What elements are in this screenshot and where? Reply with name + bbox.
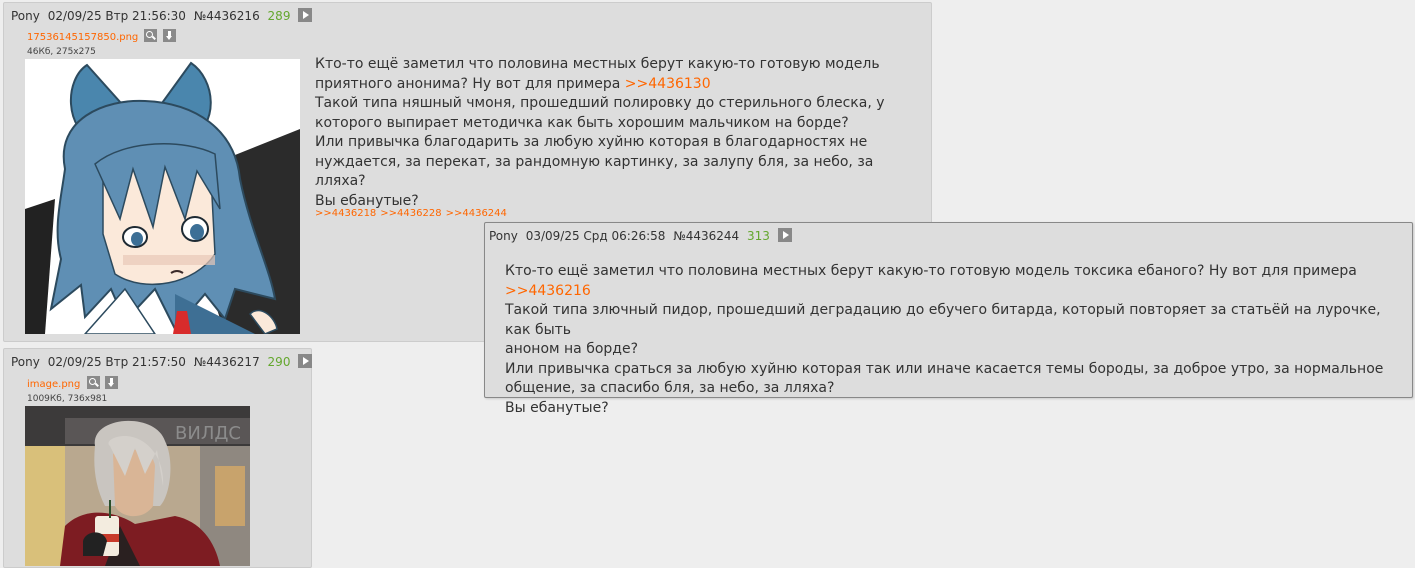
post-date: 03/09/25 Срд 06:26:58 xyxy=(525,229,666,243)
backlink[interactable]: >>4436244 xyxy=(446,208,507,219)
post-preview-popup: Pony 03/09/25 Срд 06:26:58 №4436244 313 … xyxy=(484,222,1413,416)
post-number[interactable]: №4436217 xyxy=(194,355,260,369)
file-info: 17536145157850.png xyxy=(27,29,178,44)
message-line: Кто-то ещё заметил что половина местных … xyxy=(315,56,880,72)
post-number[interactable]: №4436244 xyxy=(673,229,739,243)
message-line: Такой типа няшный чмоня, прошедший полир… xyxy=(315,95,885,111)
play-icon[interactable] xyxy=(777,228,792,242)
message-line: Или привычка сраться за любую хуйню кото… xyxy=(505,360,1384,377)
message-line: Или привычка благодарить за любую хуйню … xyxy=(315,134,868,150)
post-message: Кто-то ещё заметил что половина местных … xyxy=(315,55,915,211)
post-number[interactable]: №4436216 xyxy=(194,9,260,23)
quote-link[interactable]: >>4436130 xyxy=(625,76,711,92)
poster-name: Pony xyxy=(11,355,40,369)
message-line: общение, за спасибо бля, за небо, за лля… xyxy=(505,380,835,396)
backlinks: >>4436218 >>4436228 >>4436244 xyxy=(315,207,511,220)
play-icon[interactable] xyxy=(298,354,313,368)
anime-girl-illustration xyxy=(25,59,300,334)
file-info: image.png xyxy=(27,376,120,391)
file-name-link[interactable]: image.png xyxy=(27,379,80,390)
post-date: 02/09/25 Втр 21:57:50 xyxy=(47,355,186,369)
message-line: аноном на борде? xyxy=(505,341,639,357)
message-line: нуждается, за перекат, за рандомную карт… xyxy=(315,153,874,190)
magnify-icon[interactable] xyxy=(144,29,158,42)
poster-name: Pony xyxy=(489,229,518,243)
message-line: приятного анонима? Ну вот для примера >>… xyxy=(315,75,915,95)
message-line: Вы ебанутые? xyxy=(505,399,609,416)
svg-text:ВИЛДС: ВИЛДС xyxy=(175,423,241,444)
post-message: Кто-то ещё заметил что половина местных … xyxy=(505,262,1405,418)
post-count: 290 xyxy=(267,355,291,369)
post-count: 313 xyxy=(747,229,770,243)
message-line: которого выпирает методичка как быть хор… xyxy=(315,114,849,131)
message-text: Кто-то ещё заметил что половина местных … xyxy=(505,263,1357,279)
post-date: 02/09/25 Втр 21:56:30 xyxy=(47,9,186,23)
post-count: 289 xyxy=(267,9,291,23)
post-header: Pony 03/09/25 Срд 06:26:58 №4436244 313 xyxy=(489,228,796,244)
quote-link[interactable]: >>4436216 xyxy=(505,283,591,299)
download-icon[interactable] xyxy=(104,376,118,389)
download-icon[interactable] xyxy=(162,29,176,42)
post-image[interactable] xyxy=(25,59,300,334)
message-line: Такой типа злючный пидор, прошедший дегр… xyxy=(505,302,1381,338)
play-icon[interactable] xyxy=(298,8,313,22)
file-name-link[interactable]: 17536145157850.png xyxy=(27,32,138,43)
file-meta: 46Кб, 275x275 xyxy=(27,47,96,57)
post-4436217: Pony 02/09/25 Втр 21:57:50 №4436217 290 … xyxy=(3,348,313,568)
post-header: Pony 02/09/25 Втр 21:56:30 №4436216 289 xyxy=(11,8,316,24)
backlink[interactable]: >>4436228 xyxy=(380,208,441,219)
post-header: Pony 02/09/25 Втр 21:57:50 №4436217 290 xyxy=(11,354,316,370)
post-image[interactable]: ВИЛДС xyxy=(25,406,250,566)
backlink[interactable]: >>4436218 xyxy=(315,208,376,219)
message-text: приятного анонима? Ну вот для примера xyxy=(315,75,625,92)
cosplay-photo: ВИЛДС xyxy=(25,406,250,566)
file-meta: 1009Кб, 736x981 xyxy=(27,394,108,404)
message-line: Кто-то ещё заметил что половина местных … xyxy=(505,262,1405,301)
poster-name: Pony xyxy=(11,9,40,23)
magnify-icon[interactable] xyxy=(86,376,100,389)
